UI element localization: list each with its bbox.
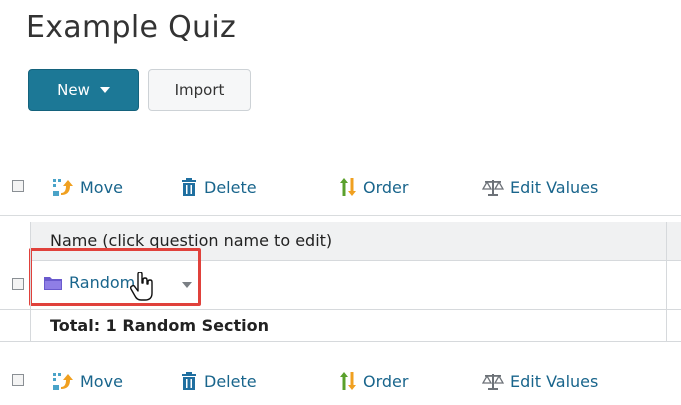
toolbar-top: Move Delete Order Edit Values [0, 171, 681, 201]
page-title: Example Quiz [26, 10, 236, 45]
row-checkbox[interactable] [12, 278, 24, 290]
select-all-checkbox-bottom[interactable] [12, 374, 24, 386]
move-button[interactable]: Move [52, 177, 123, 197]
scale-icon [482, 180, 504, 196]
toolbar-bottom: Move Delete Order Edit Values [0, 365, 681, 395]
delete-button-bottom[interactable]: Delete [180, 371, 257, 391]
import-button-label: Import [174, 81, 225, 99]
order-label: Order [363, 177, 409, 197]
sort-icon [340, 372, 356, 390]
edit-values-button-bottom[interactable]: Edit Values [482, 371, 598, 391]
edit-values-label: Edit Values [510, 177, 599, 197]
scale-icon [482, 374, 504, 390]
edit-values-button[interactable]: Edit Values [482, 177, 598, 197]
edit-values-label: Edit Values [510, 371, 599, 391]
order-button[interactable]: Order [339, 177, 408, 197]
new-button[interactable]: New [28, 69, 139, 111]
grid-column-divider [30, 222, 31, 342]
order-label: Order [363, 371, 409, 391]
move-icon [53, 373, 73, 390]
import-button[interactable]: Import [148, 69, 251, 111]
order-button-bottom[interactable]: Order [339, 371, 408, 391]
delete-button[interactable]: Delete [180, 177, 257, 197]
move-icon [53, 179, 73, 196]
move-label: Move [80, 371, 123, 391]
delete-label: Delete [204, 177, 257, 197]
highlight-annotation [29, 248, 201, 306]
delete-label: Delete [204, 371, 257, 391]
select-all-checkbox[interactable] [12, 180, 24, 192]
grid-divider [0, 215, 681, 216]
grid-header-gutter [0, 222, 30, 260]
sort-icon [340, 178, 356, 196]
total-label: Total: 1 Random Section [50, 316, 269, 335]
grid-right-border [666, 222, 667, 342]
new-button-label: New [57, 81, 90, 99]
move-label: Move [80, 177, 123, 197]
chevron-down-icon [99, 87, 110, 93]
trash-icon [182, 372, 196, 390]
trash-icon [182, 178, 196, 196]
move-button-bottom[interactable]: Move [52, 371, 123, 391]
